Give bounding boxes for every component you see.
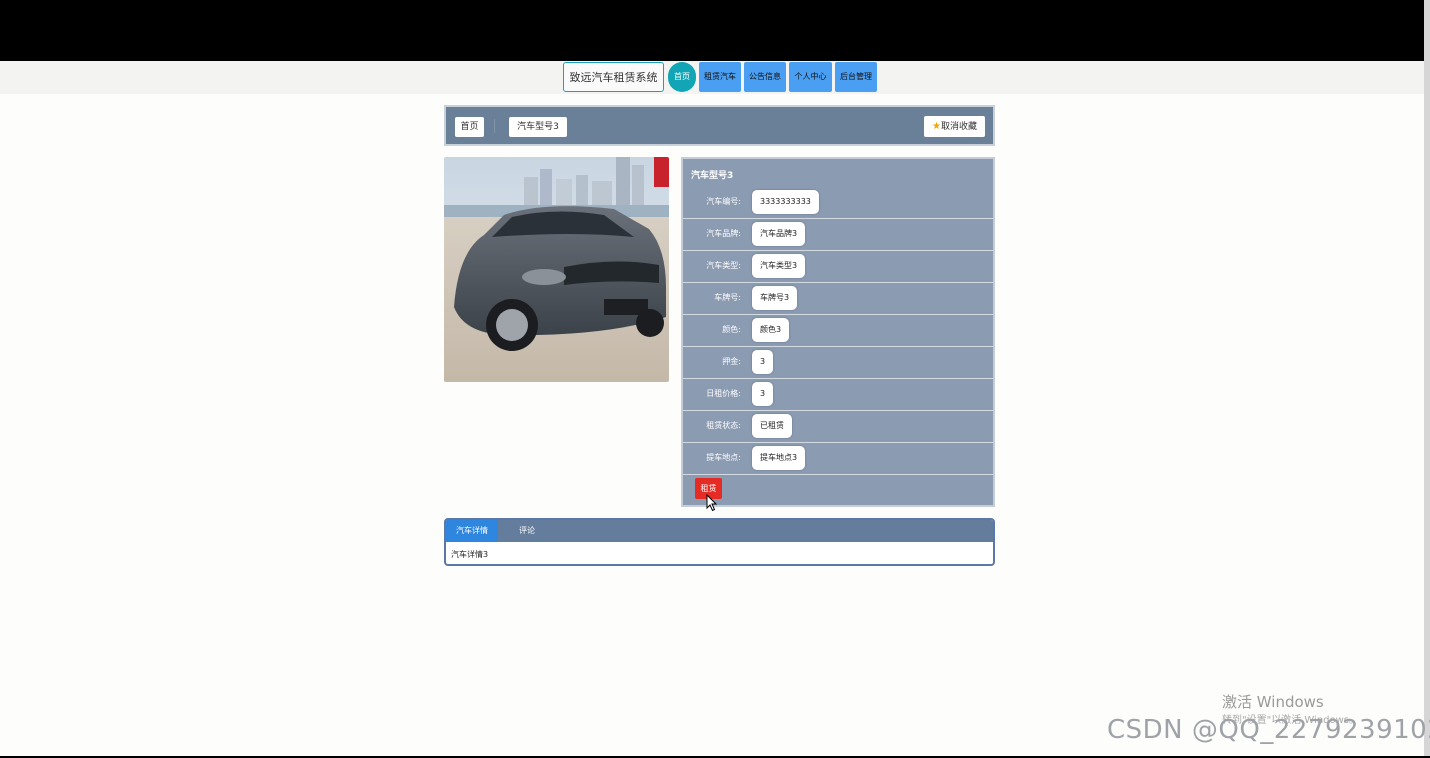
cancel-favorite-label: 取消收藏 [940, 122, 977, 132]
field-value: 颜色3 [752, 318, 790, 342]
car-image [444, 157, 669, 382]
field-value: 汽车类型3 [752, 254, 806, 278]
window-right-edge [1424, 0, 1430, 758]
breadcrumb: 首页 汽车型号3 ★取消收藏 [444, 105, 995, 146]
top-black-bar [0, 0, 1430, 61]
tab-car-details[interactable]: 汽车详情 [446, 520, 498, 542]
field-label: 汽车类型: [706, 261, 741, 270]
field-daily-price: 日租价格: 3 [683, 378, 993, 411]
field-label: 提车地点: [706, 453, 741, 462]
field-value: 3333333333 [752, 190, 819, 214]
field-value: 车牌号3 [752, 286, 798, 310]
site-brand[interactable]: 致远汽车租赁系统 [563, 62, 664, 92]
field-car-number: 汽车编号: 3333333333 [683, 186, 993, 219]
field-label: 汽车品牌: [706, 229, 741, 238]
field-label: 日租价格: [706, 389, 741, 398]
field-value: 汽车品牌3 [752, 222, 806, 246]
field-car-type: 汽车类型: 汽车类型3 [683, 250, 993, 283]
activate-windows-title: 激活 Windows [1222, 693, 1324, 711]
nav-personal-center[interactable]: 个人中心 [789, 62, 832, 92]
field-pickup-location: 提车地点: 提车地点3 [683, 442, 993, 475]
star-icon: ★ [932, 121, 941, 132]
field-label: 汽车编号: [706, 197, 741, 206]
field-car-brand: 汽车品牌: 汽车品牌3 [683, 218, 993, 251]
field-label: 车牌号: [714, 293, 741, 302]
detail-tabs: 汽车详情 评论 汽车详情3 [444, 518, 995, 566]
nav-home[interactable]: 首页 [668, 62, 696, 92]
tabs-header: 汽车详情 评论 [446, 520, 993, 542]
tab-content: 汽车详情3 [451, 550, 489, 559]
nav-admin[interactable]: 后台管理 [835, 62, 877, 92]
cancel-favorite-button[interactable]: ★取消收藏 [924, 116, 985, 137]
nav-announcements[interactable]: 公告信息 [744, 62, 786, 92]
field-color: 颜色: 颜色3 [683, 314, 993, 347]
csdn-watermark: CSDN @QQ_2279239102 [1107, 715, 1430, 745]
field-label: 押金: [722, 357, 741, 366]
field-rental-status: 租赁状态: 已租赁 [683, 410, 993, 443]
field-value: 提车地点3 [752, 446, 806, 470]
field-label: 租赁状态: [706, 421, 741, 430]
car-title: 汽车型号3 [691, 171, 734, 181]
mouse-cursor-icon [706, 493, 718, 516]
field-value: 3 [752, 382, 774, 406]
car-info-panel: 汽车型号3 汽车编号: 3333333333 汽车品牌: 汽车品牌3 汽车类型:… [681, 157, 995, 507]
field-label: 颜色: [722, 325, 741, 334]
field-plate-number: 车牌号: 车牌号3 [683, 282, 993, 315]
tab-comments[interactable]: 评论 [506, 520, 548, 542]
field-deposit: 押金: 3 [683, 346, 993, 379]
field-value: 已租赁 [752, 414, 792, 438]
field-value: 3 [752, 350, 774, 374]
nav-rent-car[interactable]: 租赁汽车 [699, 62, 741, 92]
breadcrumb-home[interactable]: 首页 [455, 117, 484, 137]
breadcrumb-current: 汽车型号3 [509, 117, 567, 137]
breadcrumb-separator [494, 119, 495, 133]
